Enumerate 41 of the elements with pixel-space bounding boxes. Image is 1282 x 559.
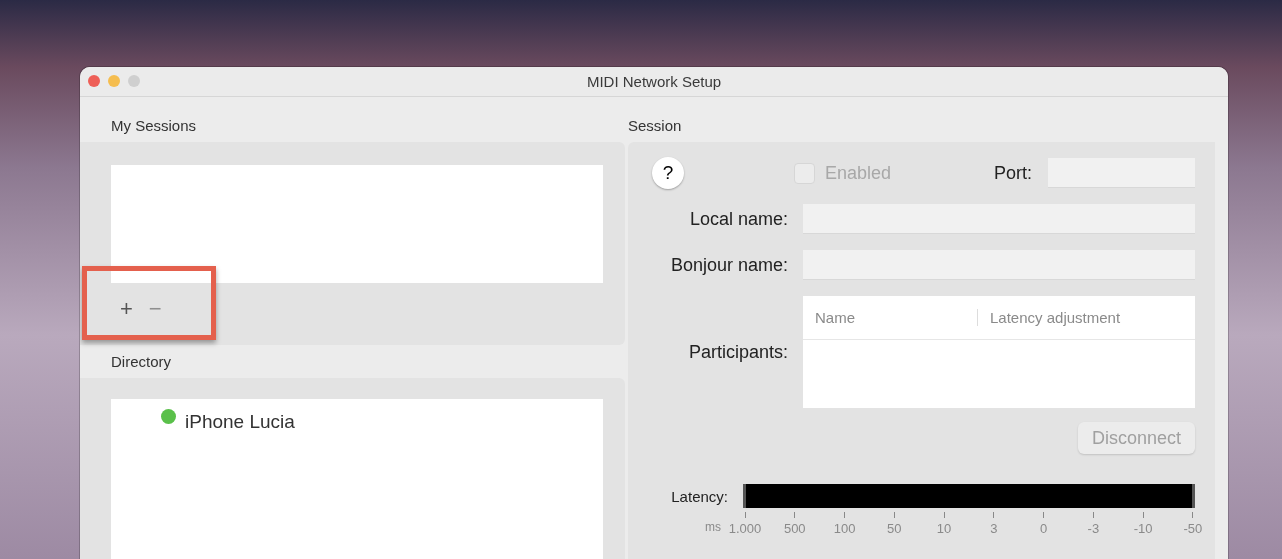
window-close-button[interactable] bbox=[88, 75, 100, 87]
scale-label: 500 bbox=[783, 521, 806, 536]
sessions-list[interactable] bbox=[111, 165, 603, 283]
field-label: Port: bbox=[994, 162, 1032, 184]
section-heading: Directory bbox=[110, 352, 172, 372]
section-heading: Session bbox=[627, 116, 683, 136]
add-button[interactable]: + bbox=[120, 297, 133, 321]
port-field[interactable] bbox=[1048, 158, 1195, 188]
window-title: MIDI Network Setup bbox=[586, 73, 722, 90]
scale-label: 1.000 bbox=[728, 521, 762, 536]
window-minimize-button[interactable] bbox=[108, 75, 120, 87]
scale-label: 10 bbox=[936, 521, 952, 536]
scale-label: 100 bbox=[833, 521, 856, 536]
scale-label: -50 bbox=[1183, 521, 1203, 536]
directory-item[interactable]: iPhone Lucia bbox=[185, 411, 295, 433]
column-header[interactable]: Name bbox=[803, 309, 978, 326]
field-label: Participants: bbox=[687, 341, 789, 363]
tick-mark bbox=[794, 512, 796, 518]
scale-label: 50 bbox=[887, 521, 902, 536]
tick-mark bbox=[1192, 512, 1194, 518]
local-name-field[interactable] bbox=[803, 204, 1195, 234]
tick-mark bbox=[993, 512, 995, 518]
column-header[interactable]: Latency adjustment bbox=[978, 309, 1121, 326]
checkbox-label: Enabled bbox=[825, 162, 892, 184]
help-button[interactable]: ? bbox=[652, 157, 684, 189]
tick-mark bbox=[1142, 512, 1144, 518]
field-label: Local name: bbox=[688, 208, 789, 230]
latency-label: Latency: bbox=[670, 487, 729, 505]
bonjour-name-field[interactable] bbox=[803, 250, 1195, 280]
scale-label: 0 bbox=[1039, 521, 1048, 536]
scale-label: -10 bbox=[1133, 521, 1153, 536]
tick-mark bbox=[893, 512, 895, 518]
tick-mark bbox=[943, 512, 945, 518]
scale-label: -3 bbox=[1087, 521, 1100, 536]
tick-mark bbox=[1092, 512, 1094, 518]
tick-mark bbox=[744, 512, 746, 518]
tick-mark bbox=[1043, 512, 1045, 518]
section-heading: My Sessions bbox=[110, 116, 198, 136]
tick-mark bbox=[844, 512, 846, 518]
scale-label: 3 bbox=[990, 521, 998, 536]
field-label: Bonjour name: bbox=[669, 254, 789, 276]
